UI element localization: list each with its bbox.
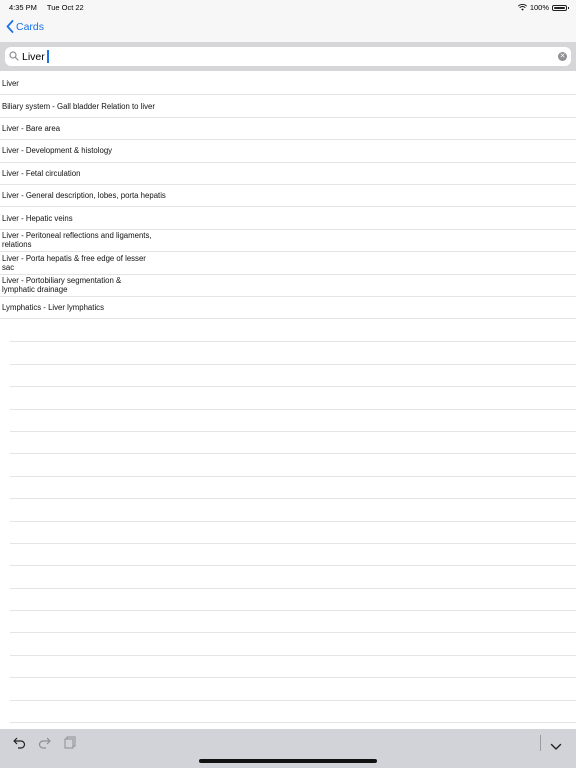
home-indicator — [199, 759, 377, 763]
empty-row — [10, 387, 576, 410]
undo-icon — [13, 737, 26, 749]
empty-row — [10, 410, 576, 432]
redo-button[interactable] — [38, 736, 51, 754]
wifi-icon — [517, 4, 527, 11]
status-left: 4:35 PM Tue Oct 22 — [9, 3, 92, 12]
result-label: Liver - General description, lobes, port… — [2, 191, 166, 201]
result-row[interactable]: Liver - Development & histology — [0, 140, 576, 163]
empty-row — [10, 566, 576, 589]
result-label: Liver - Fetal circulation — [2, 168, 81, 178]
battery-icon — [552, 4, 569, 11]
empty-row — [10, 611, 576, 634]
empty-row — [10, 320, 576, 343]
empty-list-area — [10, 320, 576, 724]
result-label: Liver - Development & histology — [2, 146, 113, 156]
empty-row — [10, 342, 576, 365]
empty-row — [10, 454, 576, 477]
result-row[interactable]: Liver - Bare area — [0, 118, 576, 141]
result-label: Lymphatics - Liver lymphatics — [2, 303, 104, 313]
result-row[interactable]: Liver - Peritoneal reflections and ligam… — [0, 230, 576, 253]
empty-row — [10, 522, 576, 544]
search-bar: ✕ — [0, 42, 576, 71]
redo-icon — [38, 737, 51, 749]
dismiss-keyboard-button[interactable] — [550, 738, 562, 756]
results-list: Liver Biliary system - Gall bladder Relat… — [0, 73, 576, 320]
back-button-label: Cards — [16, 20, 45, 33]
chevron-down-icon — [550, 743, 562, 750]
status-time: 4:35 PM — [9, 3, 37, 12]
result-row[interactable]: Liver - Hepatic veins — [0, 207, 576, 230]
result-label: Biliary system - Gall bladder Relation t… — [2, 101, 155, 111]
empty-row — [10, 701, 576, 724]
result-label: Liver - Hepatic veins — [2, 213, 73, 223]
result-row[interactable]: Lymphatics - Liver lymphatics — [0, 297, 576, 320]
result-label: Liver - Peritoneal reflections and ligam… — [2, 231, 152, 250]
result-label: Liver — [2, 79, 19, 89]
empty-row — [10, 544, 576, 567]
empty-row — [10, 678, 576, 701]
toolbar-divider — [540, 735, 541, 751]
result-label: Liver - Bare area — [2, 123, 61, 133]
status-right: 100% — [517, 3, 569, 12]
search-input[interactable] — [22, 49, 542, 64]
result-row[interactable]: Liver - Portobiliary segmentation & lymp… — [0, 275, 576, 297]
undo-button[interactable] — [13, 736, 26, 754]
status-date: Tue Oct 22 — [46, 3, 84, 12]
result-label: Liver - Portobiliary segmentation & lymp… — [2, 276, 122, 295]
result-row[interactable]: Liver - General description, lobes, port… — [0, 185, 576, 208]
result-row[interactable]: Biliary system - Gall bladder Relation t… — [0, 95, 576, 118]
empty-row — [10, 656, 576, 679]
search-field[interactable]: ✕ — [5, 47, 571, 66]
back-button[interactable]: Cards — [6, 20, 44, 33]
status-bar: 4:35 PM Tue Oct 22 100% — [0, 0, 576, 14]
empty-row — [10, 499, 576, 522]
empty-row — [10, 633, 576, 656]
result-row[interactable]: Liver - Porta hepatis & free edge of les… — [0, 252, 576, 275]
empty-row — [10, 477, 576, 500]
chevron-left-icon — [6, 20, 14, 33]
clipboard-icon — [64, 736, 76, 749]
result-label: Liver - Porta hepatis & free edge of les… — [2, 253, 146, 272]
nav-bar: Cards — [0, 14, 576, 42]
empty-row — [10, 589, 576, 612]
result-row[interactable]: Liver — [0, 73, 576, 96]
battery-percent: 100% — [529, 3, 549, 12]
clear-icon[interactable]: ✕ — [558, 52, 567, 61]
result-row[interactable]: Liver - Fetal circulation — [0, 163, 576, 185]
battery-fill — [554, 6, 565, 9]
paste-button[interactable] — [64, 736, 76, 754]
empty-row — [10, 365, 576, 388]
magnifier-icon — [9, 51, 19, 61]
text-caret — [47, 50, 49, 63]
empty-row — [10, 432, 576, 455]
